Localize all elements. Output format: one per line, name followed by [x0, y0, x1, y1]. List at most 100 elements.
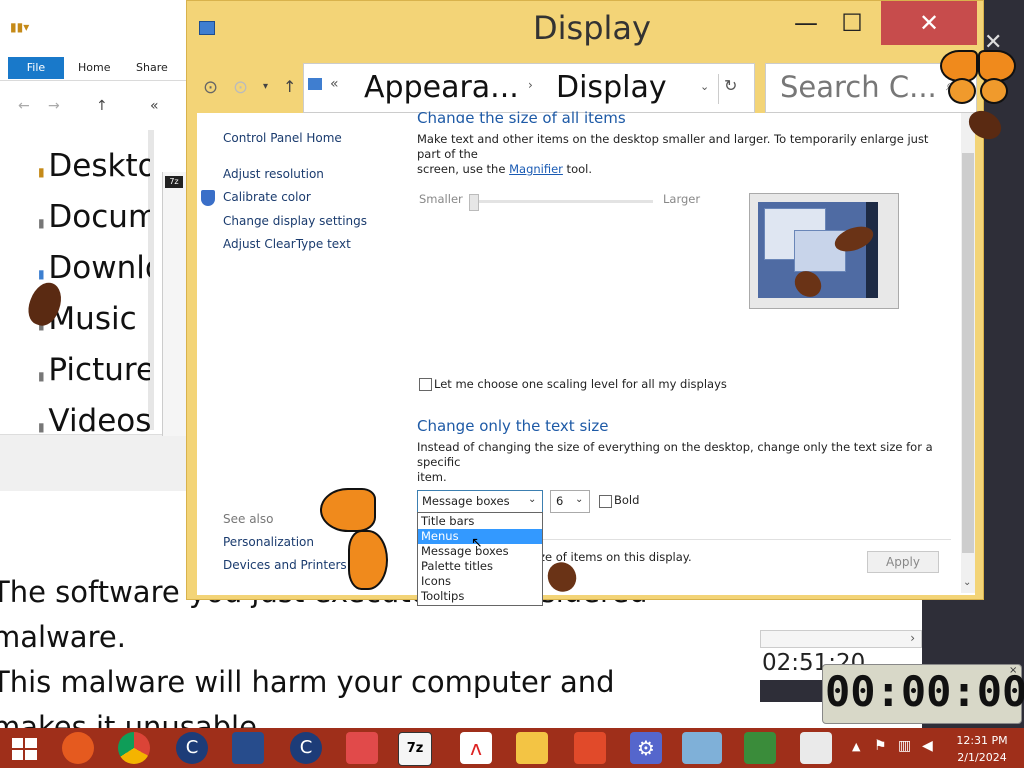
explorer-statusbar	[0, 434, 190, 491]
nav-item-downloads[interactable]: ▮ Downloads	[38, 250, 150, 286]
explorer-titlebar: ▮▮▾	[0, 0, 190, 56]
personalization-link[interactable]: Personalization	[223, 535, 314, 549]
avira-icon[interactable]: ʌ	[460, 732, 492, 764]
mouse-cursor-icon: ↖	[471, 535, 483, 551]
7zip-icon: 7z	[165, 176, 183, 188]
ccleaner-broom-icon[interactable]	[574, 732, 606, 764]
see-also-label: See also	[223, 512, 274, 526]
firefox-icon[interactable]	[62, 732, 94, 764]
breadcrumb-display[interactable]: Display	[556, 70, 667, 105]
malware-message-line: This malware will harm your computer and	[0, 665, 615, 699]
settings-gear-icon[interactable]: ⚙	[630, 732, 662, 764]
adjust-resolution-link[interactable]: Adjust resolution	[223, 167, 324, 181]
quick-access-icon[interactable]: ▮▮▾	[10, 20, 29, 34]
forward-arrow-icon[interactable]: →	[48, 98, 60, 114]
clock-date: 2/1/2024	[957, 751, 1007, 764]
address-bar[interactable]: « Appeara... › Display ⌄ ↻	[303, 63, 755, 113]
apply-button[interactable]: Apply	[867, 551, 939, 573]
tab-share[interactable]: Share	[136, 57, 168, 79]
timer-close-icon[interactable]: ×	[1009, 665, 1017, 676]
up-arrow-icon[interactable]: ↑	[96, 98, 108, 114]
scaling-checkbox[interactable]	[419, 378, 432, 391]
network-icon[interactable]: ▥	[898, 738, 911, 754]
address-divider	[718, 74, 719, 104]
item-dropdown-list[interactable]: Title bars Menus Message boxes Palette t…	[417, 512, 543, 606]
dropdown-option[interactable]: Palette titles	[418, 559, 542, 574]
countdown-timer: 00:00:00 ×	[822, 664, 1024, 724]
clock[interactable]: 12:31 PM 2/1/2024	[950, 732, 1014, 766]
section-title-size: Change the size of all items	[417, 109, 626, 123]
display-window: Display — ☐ ✕ ⊙ ⊙ ▾ ↑ « Appeara... › Dis…	[186, 0, 984, 606]
dropdown-option[interactable]: Tooltips	[418, 589, 542, 604]
chevron-right-icon[interactable]: ›	[910, 631, 915, 645]
search-input[interactable]: Search C...	[780, 70, 937, 104]
control-panel-home-link[interactable]: Control Panel Home	[223, 131, 342, 145]
tab-file[interactable]: File	[8, 57, 64, 79]
breadcrumb-overflow-icon[interactable]: «	[330, 76, 339, 92]
file-explorer-icon[interactable]	[516, 732, 548, 764]
recent-pages-icon[interactable]: ▾	[263, 81, 268, 92]
windows-start-icon[interactable]	[12, 738, 38, 760]
tab-home[interactable]: Home	[78, 57, 110, 79]
scrollbar-thumb[interactable]	[962, 153, 974, 553]
scaling-checkbox-label: Let me choose one scaling level for all …	[434, 377, 727, 391]
change-display-settings-link[interactable]: Change display settings	[223, 214, 367, 228]
scroll-down-icon[interactable]: ⌄	[963, 577, 971, 588]
scale-slider-track[interactable]	[469, 200, 653, 203]
breadcrumb-appearance[interactable]: Appeara...	[364, 70, 519, 105]
shield-icon	[201, 190, 215, 206]
taskbar	[0, 728, 1024, 768]
scale-slider-thumb[interactable]	[469, 194, 479, 211]
nav-item-pictures[interactable]: ▮ Pictures	[38, 352, 150, 388]
item-select[interactable]: Message boxes ⌄	[417, 490, 543, 513]
dropdown-option[interactable]: Title bars	[418, 514, 542, 529]
magnifier-link[interactable]: Magnifier	[509, 162, 563, 176]
chevron-down-icon[interactable]: ⌄	[528, 494, 536, 505]
item-select-value: Message boxes	[422, 494, 510, 508]
window-title: Display	[533, 9, 651, 47]
volume-muted-icon[interactable]: ◀	[922, 738, 933, 754]
adjust-cleartype-link[interactable]: Adjust ClearType text	[223, 237, 351, 251]
malware-message-line: malware.	[0, 620, 126, 654]
timer-display: 00:00:00	[825, 667, 1024, 716]
7zip-icon[interactable]: 7z	[398, 732, 432, 766]
up-icon[interactable]: ↑	[283, 77, 296, 96]
section-text-size-description: Instead of changing the size of everythi…	[417, 440, 947, 485]
address-dropdown-icon[interactable]: ⌄	[700, 80, 709, 93]
butterfly-icon	[938, 48, 1016, 106]
chevron-down-icon[interactable]: ⌄	[575, 494, 583, 505]
minimize-button[interactable]: —	[783, 1, 829, 45]
ccleaner-icon[interactable]: C	[290, 732, 322, 764]
breadcrumb-separator-icon: ›	[528, 78, 533, 92]
control-panel-taskbar-icon[interactable]	[682, 732, 722, 764]
dropdown-option[interactable]: Icons	[418, 574, 542, 589]
refresh-icon[interactable]: ↻	[724, 76, 737, 95]
maximize-button[interactable]: ☐	[829, 1, 875, 45]
forward-icon[interactable]: ⊙	[233, 77, 248, 98]
nav-item-documents[interactable]: ▮ Documents	[38, 199, 150, 235]
calibrate-color-link[interactable]: Calibrate color	[223, 190, 311, 204]
shield-app-icon[interactable]	[232, 732, 264, 764]
slider-label-larger: Larger	[663, 192, 701, 206]
butterfly-icon	[318, 486, 388, 590]
tray-overflow-icon[interactable]: ▲	[852, 740, 860, 753]
screen-recorder-icon[interactable]	[346, 732, 378, 764]
explorer-window: ▮▮▾ File Home Share ← → ↑ « ▮ Desktop ▮ …	[0, 0, 191, 491]
chrome-icon[interactable]	[118, 732, 150, 764]
bold-checkbox[interactable]	[599, 495, 612, 508]
description-line: Make text and other items on the desktop…	[417, 132, 929, 161]
flag-icon[interactable]: ⚑	[874, 738, 887, 754]
path-overflow-icon[interactable]: «	[150, 98, 159, 114]
ccleaner-icon[interactable]: C	[176, 732, 208, 764]
notepad-icon[interactable]	[800, 732, 832, 764]
nav-item-desktop[interactable]: ▮ Desktop	[38, 148, 150, 184]
content-scrollbar[interactable]: ⌄	[961, 113, 975, 593]
back-icon[interactable]: ⊙	[203, 77, 218, 98]
close-button[interactable]: ✕	[881, 1, 977, 45]
back-arrow-icon[interactable]: ←	[18, 98, 30, 114]
background-scrollbar[interactable]: ›	[760, 630, 922, 648]
display-preview-image	[749, 193, 899, 309]
size-select[interactable]: 6 ⌄	[550, 490, 590, 513]
app-icon[interactable]	[744, 732, 776, 764]
section-size-description: Make text and other items on the desktop…	[417, 132, 947, 177]
